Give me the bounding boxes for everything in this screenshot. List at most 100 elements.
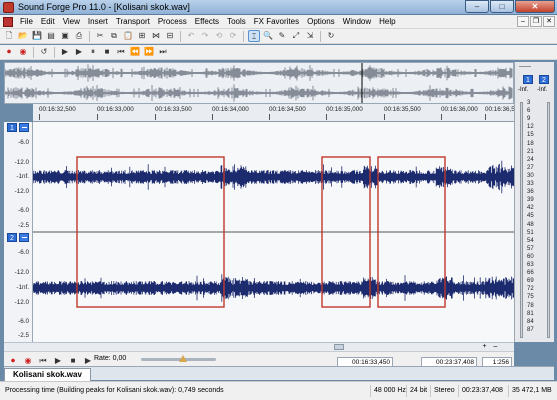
meter-scale-label: 9 — [527, 116, 531, 123]
status-bit-depth: 24 bit — [406, 385, 430, 397]
horizontal-scrollbar[interactable]: + – — [4, 343, 514, 352]
render-icon[interactable]: ▣ — [59, 30, 71, 42]
doc-close-button[interactable]: ✕ — [543, 16, 555, 27]
meter-scale-label: 45 — [527, 213, 534, 220]
menu-insert[interactable]: Insert — [84, 17, 112, 26]
meter-channel-2-button[interactable]: 2 — [539, 75, 549, 84]
fast-forward-icon[interactable]: ⏩ — [143, 46, 155, 58]
ruler-tick: 00:16:35,500 — [384, 106, 421, 120]
zoom-in-button[interactable]: + — [480, 343, 489, 351]
status-bar: Processing time (Building peaks for Koli… — [0, 381, 557, 400]
go-to-end-icon[interactable]: ⏭ — [157, 46, 169, 58]
play-icon[interactable]: ▶ — [73, 46, 85, 58]
doc-restore-button[interactable]: ❐ — [530, 16, 542, 27]
menu-transport[interactable]: Transport — [112, 17, 154, 26]
menu-view[interactable]: View — [59, 17, 84, 26]
scale-label: -6.0 — [18, 207, 29, 214]
refresh-icon[interactable]: ↻ — [325, 30, 337, 42]
open-folder-icon[interactable]: 📂 — [17, 30, 29, 42]
meter-peak-1: -Inf. — [518, 87, 529, 93]
scroll-thumb[interactable] — [334, 344, 344, 350]
rate-slider-thumb[interactable] — [179, 355, 187, 362]
status-sample-rate: 48 000 Hz — [370, 385, 409, 397]
print-icon[interactable]: ⎙ — [73, 30, 85, 42]
rewind-icon[interactable]: ⏪ — [129, 46, 141, 58]
meter-scale-label: 6 — [527, 108, 531, 115]
repeat-icon[interactable]: ⟲ — [213, 30, 225, 42]
time-ruler[interactable]: 00:16:32,500 00:16:33,000 00:16:33,500 0… — [33, 104, 522, 122]
menu-tools[interactable]: Tools — [223, 17, 250, 26]
scale-label: -12.0 — [14, 299, 29, 306]
ruler-tick: 00:16:32,500 — [39, 106, 76, 120]
meter-scale-label: 21 — [527, 148, 534, 155]
undo-icon[interactable]: ↶ — [185, 30, 197, 42]
document-icon[interactable] — [3, 16, 13, 27]
channel-1-badge[interactable]: 1 — [7, 123, 17, 132]
menu-file[interactable]: File — [16, 17, 37, 26]
close-button[interactable]: ✕ — [515, 0, 555, 13]
meter-peak-2: -Inf. — [537, 87, 548, 93]
paste-icon[interactable]: 📋 — [122, 30, 134, 42]
zoom-out-button[interactable]: – — [491, 343, 500, 351]
meter-channel-1-button[interactable]: 1 — [523, 75, 533, 84]
mix-paste-icon[interactable]: ⊞ — [136, 30, 148, 42]
meter-bar-2 — [547, 102, 550, 338]
menu-fx-favorites[interactable]: FX Favorites — [250, 17, 303, 26]
menu-process[interactable]: Process — [154, 17, 191, 26]
doc-minimize-button[interactable]: – — [517, 16, 529, 27]
scale-label: -2.5 — [18, 222, 29, 229]
minimize-button[interactable]: – — [465, 0, 489, 13]
menu-edit[interactable]: Edit — [37, 17, 59, 26]
trim-icon[interactable]: ⊟ — [164, 30, 176, 42]
rate-slider[interactable] — [141, 355, 216, 362]
channel-level-scale: 1 -6.0 -12.0 -1nf. -12.0 -6.0 -2.5 2 -6.… — [4, 122, 33, 342]
overview-bar[interactable] — [4, 62, 514, 104]
undo-history-icon[interactable]: ⟳ — [227, 30, 239, 42]
redo-icon[interactable]: ↷ — [199, 30, 211, 42]
meter-scale-label: 18 — [527, 140, 534, 147]
waveform-display[interactable] — [33, 122, 514, 342]
loop-playback-icon[interactable]: ↺ — [38, 46, 50, 58]
toolbar-separator — [243, 30, 244, 42]
meter-scale-label: 57 — [527, 245, 534, 252]
status-length: 00:23:37,408 — [458, 385, 506, 397]
pause-icon[interactable]: ⏸ — [87, 46, 99, 58]
overview-channel-trace — [4, 84, 513, 102]
waveform-canvas[interactable] — [33, 122, 514, 342]
toolbar-separator — [54, 46, 55, 58]
meter-scale-label: 30 — [527, 172, 534, 179]
record-armed-icon[interactable]: ◉ — [17, 46, 29, 58]
stop-icon[interactable]: ■ — [101, 46, 113, 58]
meter-scale-label: 87 — [527, 326, 534, 333]
cut-icon[interactable]: ✂ — [94, 30, 106, 42]
window-title: Sound Forge Pro 11.0 - [Kolisani skok.wa… — [18, 2, 190, 12]
crossfade-icon[interactable]: ⋈ — [150, 30, 162, 42]
copy-icon[interactable]: ⧉ — [108, 30, 120, 42]
maximize-button[interactable]: □ — [490, 0, 514, 13]
menu-window[interactable]: Window — [339, 17, 375, 26]
menu-help[interactable]: Help — [375, 17, 399, 26]
meter-scale-label: 54 — [527, 237, 534, 244]
pencil-tool-icon[interactable]: ✎ — [276, 30, 288, 42]
app-icon[interactable] — [3, 2, 14, 13]
envelope-tool-icon[interactable]: ⤢ — [290, 30, 302, 42]
save-icon[interactable]: 💾 — [31, 30, 43, 42]
tab-kolisani-skok[interactable]: Kolisani skok.wav — [4, 368, 91, 381]
channel-2-minimize-button[interactable] — [19, 233, 29, 242]
overview-channel-trace — [4, 64, 513, 82]
magnify-tool-icon[interactable]: 🔍 — [262, 30, 274, 42]
meter-scale-label: 39 — [527, 197, 534, 204]
save-as-icon[interactable]: ▤ — [45, 30, 57, 42]
scale-label: -12.0 — [14, 159, 29, 166]
menu-options[interactable]: Options — [303, 17, 339, 26]
channel-1-minimize-button[interactable] — [19, 123, 29, 132]
channel-2-badge[interactable]: 2 — [7, 233, 17, 242]
edit-tool-icon[interactable]: ⌶ — [248, 30, 260, 42]
record-icon[interactable]: ⏺ — [3, 46, 15, 58]
go-to-start-icon[interactable]: ⏮ — [115, 46, 127, 58]
scale-label: -6.0 — [18, 139, 29, 146]
new-file-icon[interactable]: 🗋 — [3, 30, 15, 42]
menu-effects[interactable]: Effects — [191, 17, 223, 26]
play-all-icon[interactable]: ▶ — [59, 46, 71, 58]
event-tool-icon[interactable]: ⇲ — [304, 30, 316, 42]
